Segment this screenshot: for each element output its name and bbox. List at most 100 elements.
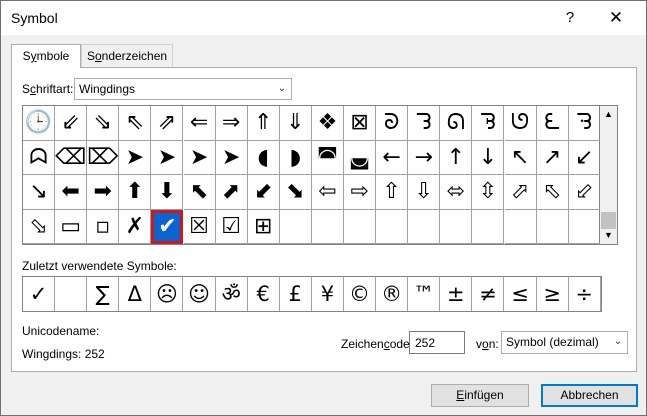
recent-symbol-cell[interactable]: ≤	[505, 277, 537, 311]
symbol-cell[interactable]: ᘐ	[376, 106, 409, 141]
symbol-cell[interactable]	[440, 209, 473, 244]
symbol-cell-selected[interactable]: ✔	[151, 209, 184, 244]
symbol-cell[interactable]: ⇑	[247, 106, 280, 141]
symbol-cell[interactable]: ☑	[215, 209, 248, 244]
symbol-grid[interactable]: 🕒 ⇙ ⇘ ⇖ ⇗ ⇐ ⇒ ⇑ ⇓ ❖ ⊠ ᘐ ᘊ ᘏ ᘋ ᘎ ᘍ ᘌ ᗣ ⌫ ⌦ ➤ ➤ ➤ ➤ ◖ ◗ ◚ ◛ ← → ↑ ↓ ↖ ↗ ↙ ↘ ⬅ ➡ ⬆…	[22, 105, 601, 245]
symbol-cell[interactable]: ⇒	[215, 106, 248, 141]
symbol-cell[interactable]: ←	[376, 140, 409, 175]
recent-symbol-cell[interactable]: ✓	[23, 277, 56, 311]
symbol-cell[interactable]: ⬅	[55, 175, 88, 210]
recent-symbol-cell[interactable]: ॐ	[216, 277, 248, 311]
tab-sonderzeichen[interactable]: Sonderzeichen	[81, 44, 173, 67]
symbol-cell[interactable]: ⇖	[119, 106, 152, 141]
symbol-cell[interactable]: ⬀	[504, 175, 537, 210]
help-button[interactable]: ?	[558, 7, 582, 29]
symbol-cell[interactable]: ⇘	[87, 106, 120, 141]
symbol-cell[interactable]: ⌫	[55, 140, 88, 175]
symbol-cell[interactable]	[536, 209, 569, 244]
recent-symbol-cell[interactable]: ≠	[472, 277, 505, 311]
symbol-cell[interactable]: ⌦	[87, 140, 120, 175]
symbol-cell[interactable]	[344, 209, 377, 244]
recent-symbol-cell[interactable]: ®	[376, 277, 409, 311]
symbol-cell[interactable]: ⊠	[344, 106, 377, 141]
symbol-cell[interactable]: ◗	[279, 140, 312, 175]
symbol-cell[interactable]: ⇳	[472, 175, 505, 210]
recent-symbol-cell[interactable]: £	[280, 277, 312, 311]
scroll-up-icon[interactable]: ▲	[600, 106, 617, 123]
symbol-cell[interactable]: ⇙	[55, 106, 88, 141]
symbol-cell[interactable]: ᘊ	[408, 106, 441, 141]
recent-symbol-cell[interactable]: ≥	[537, 277, 569, 311]
tab-symbole[interactable]: Symbole	[11, 44, 81, 68]
symbol-cell[interactable]: ⬃	[568, 175, 601, 210]
symbol-cell[interactable]: →	[408, 140, 441, 175]
recent-symbol-cell[interactable]: ¥	[312, 277, 344, 311]
symbol-cell[interactable]: ➤	[215, 140, 248, 175]
grid-scrollbar[interactable]: ▲ ▼	[600, 105, 618, 245]
symbol-cell[interactable]: ↖	[504, 140, 537, 175]
symbol-cell[interactable]: ◚	[311, 140, 344, 175]
symbol-cell[interactable]	[376, 209, 409, 244]
chevron-down-icon[interactable]: ⌄	[609, 332, 627, 352]
symbol-cell[interactable]: ᗣ	[23, 140, 56, 175]
symbol-cell[interactable]: ↗	[536, 140, 569, 175]
symbol-cell[interactable]: ↓	[472, 140, 505, 175]
symbol-cell[interactable]: ᘎ	[504, 106, 537, 141]
symbol-cell[interactable]: ⬆	[119, 175, 152, 210]
symbol-cell[interactable]: ⬁	[536, 175, 569, 210]
symbol-cell[interactable]: ☒	[183, 209, 216, 244]
symbol-cell[interactable]: ▭	[55, 209, 88, 244]
symbol-cell[interactable]: ◖	[247, 140, 280, 175]
cancel-button[interactable]: Abbrechen	[541, 384, 638, 407]
symbol-cell[interactable]: ↙	[568, 140, 601, 175]
symbol-cell[interactable]: ⇓	[279, 106, 312, 141]
symbol-cell[interactable]: ⊞	[247, 209, 280, 244]
recent-symbol-cell[interactable]: ☺	[184, 277, 216, 311]
recent-symbol-cell[interactable]: Δ	[119, 277, 152, 311]
charcode-input[interactable]: 252	[409, 331, 465, 354]
symbol-cell[interactable]: ⬊	[279, 175, 312, 210]
symbol-cell[interactable]: ↑	[440, 140, 473, 175]
symbol-cell[interactable]: ᘌ	[568, 106, 601, 141]
symbol-cell[interactable]	[311, 209, 344, 244]
symbol-cell[interactable]: ❖	[311, 106, 344, 141]
symbol-cell[interactable]: ➤	[151, 140, 184, 175]
symbol-cell[interactable]: ✗	[119, 209, 152, 244]
symbol-cell[interactable]: ➤	[183, 140, 216, 175]
symbol-cell[interactable]: ⇩	[408, 175, 441, 210]
font-select[interactable]: Wingdings ⌄	[74, 78, 292, 100]
symbol-cell[interactable]: ↘	[23, 175, 56, 210]
symbol-cell[interactable]: ⬈	[215, 175, 248, 210]
recent-symbol-cell[interactable]: ™	[408, 277, 441, 311]
symbol-cell[interactable]: ᘍ	[536, 106, 569, 141]
symbol-cell[interactable]: ⬂	[23, 209, 56, 244]
symbol-cell[interactable]: ◛	[344, 140, 377, 175]
symbol-cell[interactable]	[472, 209, 505, 244]
recent-symbol-cell[interactable]: ©	[344, 277, 377, 311]
symbol-cell[interactable]: ⇨	[344, 175, 377, 210]
symbol-cell[interactable]: 🕒	[23, 106, 56, 141]
symbol-cell[interactable]	[279, 209, 312, 244]
recent-symbol-cell[interactable]: ÷	[569, 277, 601, 311]
close-button[interactable]: ✕	[601, 7, 631, 29]
recent-symbol-cell[interactable]: ∑	[87, 277, 120, 311]
symbol-cell[interactable]	[504, 209, 537, 244]
symbol-cell[interactable]: ⬄	[440, 175, 473, 210]
symbol-cell[interactable]: ᘋ	[472, 106, 505, 141]
symbol-cell[interactable]: ᘏ	[440, 106, 473, 141]
recent-symbol-cell[interactable]: €	[248, 277, 280, 311]
symbol-cell[interactable]: ⇐	[183, 106, 216, 141]
symbol-cell[interactable]: ▫	[87, 209, 120, 244]
from-select[interactable]: Symbol (dezimal) ⌄	[501, 331, 628, 354]
symbol-cell[interactable]: ➡	[87, 175, 120, 210]
symbol-cell[interactable]: ⬋	[247, 175, 280, 210]
scroll-down-icon[interactable]: ▼	[600, 227, 617, 244]
symbol-cell[interactable]: ⇦	[311, 175, 344, 210]
symbol-cell[interactable]	[568, 209, 601, 244]
symbol-cell[interactable]: ⇧	[376, 175, 409, 210]
symbol-cell[interactable]: ➤	[119, 140, 152, 175]
symbol-cell[interactable]: ⬇	[151, 175, 184, 210]
recent-symbol-cell[interactable]: ☹	[151, 277, 184, 311]
recent-symbol-cell[interactable]	[55, 277, 88, 311]
insert-button[interactable]: Einfügen	[431, 384, 529, 407]
